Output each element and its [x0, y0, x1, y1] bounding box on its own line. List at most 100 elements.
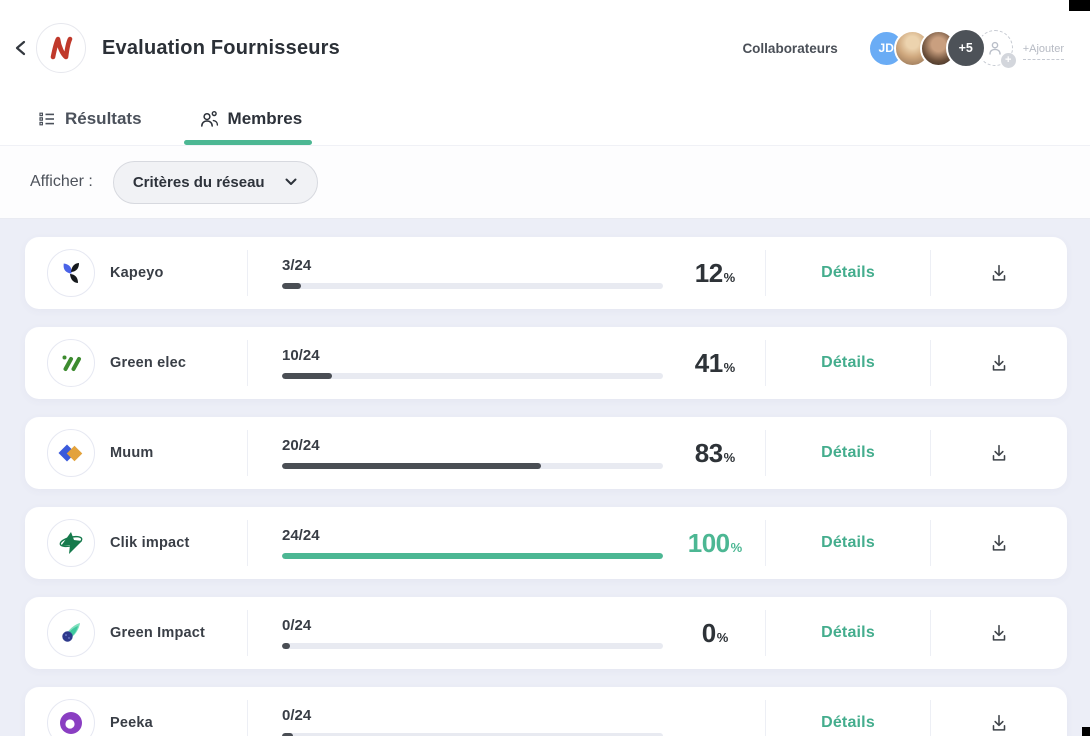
- peeka-logo-icon: [47, 699, 95, 736]
- member-identity: Kapeyo: [25, 249, 247, 297]
- people-icon: [200, 110, 219, 128]
- progress-track: [282, 463, 663, 469]
- percent-section: 83 %: [665, 438, 765, 469]
- member-identity: Green Impact: [25, 609, 247, 657]
- progress-section: 3/24: [248, 257, 665, 289]
- progress-track: [282, 283, 663, 289]
- download-icon: [988, 442, 1010, 464]
- member-list: Kapeyo 3/24 12 % Détails: [0, 218, 1090, 736]
- screen-artifact-top-right: [1069, 0, 1090, 11]
- progress-section: 0/24: [248, 617, 665, 649]
- person-icon: [987, 40, 1003, 56]
- add-member-button[interactable]: +Ajouter: [1023, 39, 1064, 57]
- download-button[interactable]: [982, 436, 1016, 470]
- chevron-left-icon: [13, 39, 29, 57]
- details-link[interactable]: Détails: [821, 624, 875, 641]
- plus-icon: +: [1001, 53, 1016, 68]
- member-name: Peeka: [110, 715, 153, 731]
- details-link[interactable]: Détails: [821, 534, 875, 551]
- member-identity: Green elec: [25, 339, 247, 387]
- member-name: Green elec: [110, 355, 186, 371]
- percent-unit: %: [731, 540, 743, 555]
- member-row-kapeyo: Kapeyo 3/24 12 % Détails: [25, 237, 1067, 309]
- progress-fraction: 0/24: [282, 707, 663, 724]
- app-window: Evaluation Fournisseurs Collaborateurs J…: [0, 0, 1090, 736]
- chevron-down-icon: [285, 178, 297, 186]
- kapeyo-logo-icon: [47, 249, 95, 297]
- percent-section: 0 %: [665, 708, 765, 736]
- download-button[interactable]: [982, 706, 1016, 736]
- percent-unit: %: [724, 360, 736, 375]
- progress-section: 10/24: [248, 347, 665, 379]
- member-row-muum: Muum 20/24 83 % Détails: [25, 417, 1067, 489]
- filter-label: Afficher :: [30, 173, 93, 191]
- percent-value: 100: [688, 528, 730, 559]
- progress-section: 20/24: [248, 437, 665, 469]
- percent-section: 41 %: [665, 348, 765, 379]
- member-row-green-impact: Green Impact 0/24 0 % Détails: [25, 597, 1067, 669]
- percent-section: 12 %: [665, 258, 765, 289]
- tab-resultats[interactable]: Résultats: [38, 109, 142, 145]
- member-name: Green Impact: [110, 625, 205, 641]
- percent-unit: %: [724, 450, 736, 465]
- screen-artifact-bottom-right: [1082, 727, 1090, 736]
- progress-fraction: 24/24: [282, 527, 663, 544]
- percent-unit: %: [724, 270, 736, 285]
- download-button[interactable]: [982, 346, 1016, 380]
- add-member-label: +Ajouter: [1023, 43, 1064, 60]
- clik-impact-logo-icon: [47, 519, 95, 567]
- muum-logo-icon: [47, 429, 95, 477]
- progress-bar: [282, 643, 290, 649]
- download-icon: [988, 532, 1010, 554]
- percent-value: 41: [695, 348, 723, 379]
- percent-value: 83: [695, 438, 723, 469]
- progress-bar: [282, 553, 663, 559]
- member-identity: Muum: [25, 429, 247, 477]
- percent-section: 0 %: [665, 618, 765, 649]
- progress-track: [282, 643, 663, 649]
- percent-value: 12: [695, 258, 723, 289]
- tab-membres-label: Membres: [228, 109, 303, 129]
- download-button[interactable]: [982, 616, 1016, 650]
- progress-bar: [282, 373, 332, 379]
- filter-bar: Afficher : Critères du réseau: [0, 145, 1090, 218]
- details-link[interactable]: Détails: [821, 714, 875, 731]
- details-link[interactable]: Détails: [821, 264, 875, 281]
- green-impact-logo-icon: [47, 609, 95, 657]
- criteria-dropdown-value: Critères du réseau: [133, 174, 265, 191]
- progress-section: 24/24: [248, 527, 665, 559]
- member-row-green-elec: Green elec 10/24 41 % Détails: [25, 327, 1067, 399]
- red-n-logo-icon: [47, 34, 75, 62]
- green-elec-logo-icon: [47, 339, 95, 387]
- progress-fraction: 20/24: [282, 437, 663, 454]
- percent-value: 0: [702, 618, 716, 649]
- progress-bar: [282, 463, 541, 469]
- download-icon: [988, 352, 1010, 374]
- header-right: Collaborateurs JD +5 + +Ajouter: [742, 28, 1064, 68]
- avatar-overflow-count[interactable]: +5: [946, 28, 986, 68]
- collaborators-label: Collaborateurs: [742, 41, 837, 56]
- progress-fraction: 10/24: [282, 347, 663, 364]
- page-title: Evaluation Fournisseurs: [102, 37, 340, 60]
- progress-section: 0/24: [248, 707, 665, 736]
- progress-track: [282, 553, 663, 559]
- details-link[interactable]: Détails: [821, 444, 875, 461]
- app-logo: [36, 23, 86, 73]
- download-icon: [988, 262, 1010, 284]
- percent-unit: %: [717, 630, 729, 645]
- tab-membres[interactable]: Membres: [200, 109, 303, 145]
- progress-fraction: 3/24: [282, 257, 663, 274]
- member-identity: Clik impact: [25, 519, 247, 567]
- download-button[interactable]: [982, 526, 1016, 560]
- tab-bar: Résultats Membres: [0, 96, 1090, 145]
- avatar-stack: JD +5 +: [868, 28, 1013, 68]
- member-name: Kapeyo: [110, 265, 164, 281]
- tab-resultats-label: Résultats: [65, 109, 142, 129]
- criteria-dropdown[interactable]: Critères du réseau: [113, 161, 318, 204]
- details-link[interactable]: Détails: [821, 354, 875, 371]
- download-icon: [988, 712, 1010, 734]
- percent-section: 100 %: [665, 528, 765, 559]
- download-button[interactable]: [982, 256, 1016, 290]
- back-button[interactable]: [8, 35, 34, 61]
- progress-track: [282, 373, 663, 379]
